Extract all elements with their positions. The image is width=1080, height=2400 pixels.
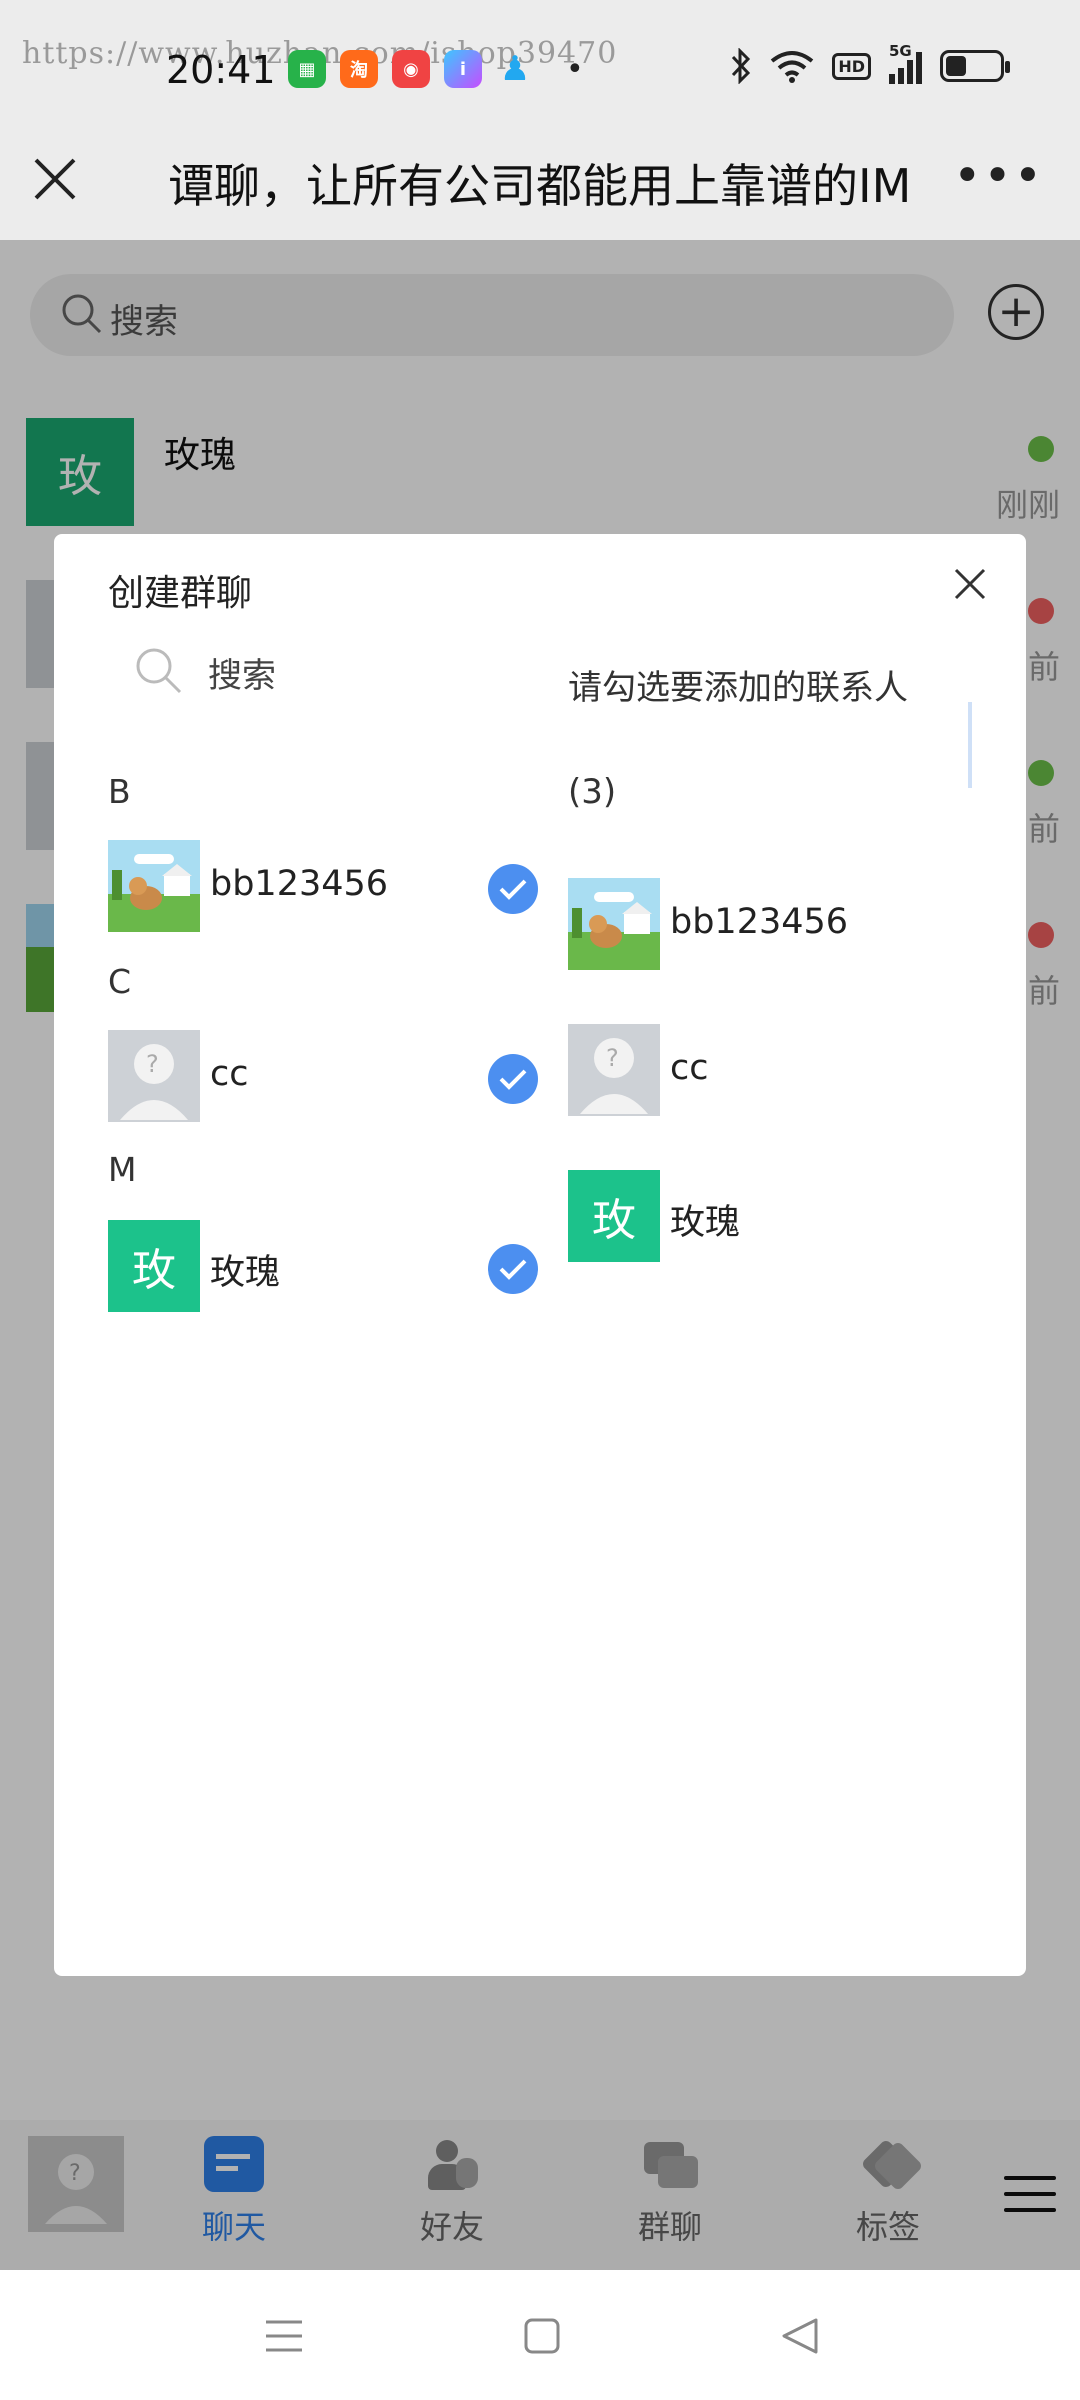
system-navigation-bar	[0, 2270, 1080, 2400]
selected-contact-name: 玫瑰	[670, 1203, 741, 1243]
scrollbar[interactable]	[968, 702, 972, 788]
title-bar: 谭聊，让所有公司都能用上靠谱的IM •••	[0, 130, 1080, 240]
selected-contact-name: cc	[670, 1048, 709, 1088]
contact-search-placeholder: 搜索	[208, 656, 276, 696]
contact-name: cc	[210, 1054, 249, 1094]
back-icon[interactable]	[778, 2314, 822, 2358]
app-store-icon: ▦	[288, 50, 326, 88]
contact-name: 玫瑰	[210, 1253, 281, 1293]
status-bar: https://www.huzhan.com/ishop39470 20:41 …	[0, 0, 1080, 130]
weibo-icon: ◉	[392, 50, 430, 88]
svg-text:?: ?	[146, 1050, 159, 1078]
checked-icon[interactable]	[488, 1054, 538, 1104]
ghost-avatar: ?	[108, 1030, 200, 1122]
status-time: 20:41	[166, 48, 276, 92]
cartoon-avatar	[568, 878, 660, 970]
close-icon[interactable]	[28, 152, 82, 206]
group-letter-b: B	[108, 772, 131, 811]
hd-icon: HD	[832, 52, 871, 80]
checked-icon[interactable]	[488, 864, 538, 914]
qq-icon: ♟	[499, 49, 531, 89]
selected-contact-name: bb123456	[670, 902, 849, 942]
selected-contact-item[interactable]: 玫 玫瑰	[568, 1170, 968, 1262]
svg-text:?: ?	[606, 1044, 619, 1072]
selected-contacts-heading: 请勾选要添加的联系人	[568, 668, 908, 708]
signal-icon: 5G	[889, 42, 922, 84]
battery-icon	[940, 50, 1010, 82]
contact-item[interactable]: ? cc	[108, 1030, 548, 1122]
wifi-icon	[771, 51, 814, 83]
contact-search-input[interactable]: 搜索	[134, 646, 276, 700]
avatar: 玫	[108, 1220, 200, 1312]
cartoon-avatar	[108, 840, 200, 932]
contact-item[interactable]: bb123456	[108, 840, 548, 932]
selected-contact-item[interactable]: ? cc	[568, 1024, 968, 1116]
home-icon[interactable]	[520, 2314, 564, 2358]
create-group-dialog: 创建群聊 搜索 B bb123456 C ? cc M 玫 玫瑰 请勾选要添加的…	[54, 534, 1026, 1976]
bluetooth-icon	[732, 48, 751, 84]
search-icon	[136, 648, 182, 694]
taobao-icon: 淘	[340, 50, 378, 88]
system-icons: HD 5G	[730, 42, 1010, 84]
contact-name: bb123456	[210, 864, 389, 904]
avatar: 玫	[568, 1170, 660, 1262]
checked-icon[interactable]	[488, 1244, 538, 1294]
contact-item[interactable]: 玫 玫瑰	[108, 1220, 548, 1312]
network-type-label: 5G	[889, 42, 912, 60]
close-icon[interactable]	[952, 566, 988, 602]
recent-apps-icon[interactable]	[262, 2314, 306, 2358]
group-letter-c: C	[108, 962, 132, 1001]
ghost-avatar: ?	[568, 1024, 660, 1116]
iqiyi-icon: i	[444, 50, 482, 88]
page-title: 谭聊，让所有公司都能用上靠谱的IM	[168, 159, 912, 213]
group-letter-m: M	[108, 1150, 137, 1189]
selected-contact-item[interactable]: bb123456	[568, 878, 968, 970]
selected-count: (3)	[568, 772, 617, 812]
notification-icons: ▦ 淘 ◉ i ♟	[288, 49, 534, 89]
more-options-button[interactable]: •••	[953, 148, 1044, 204]
more-notifications-indicator: •	[566, 52, 584, 87]
dialog-title: 创建群聊	[108, 573, 253, 614]
